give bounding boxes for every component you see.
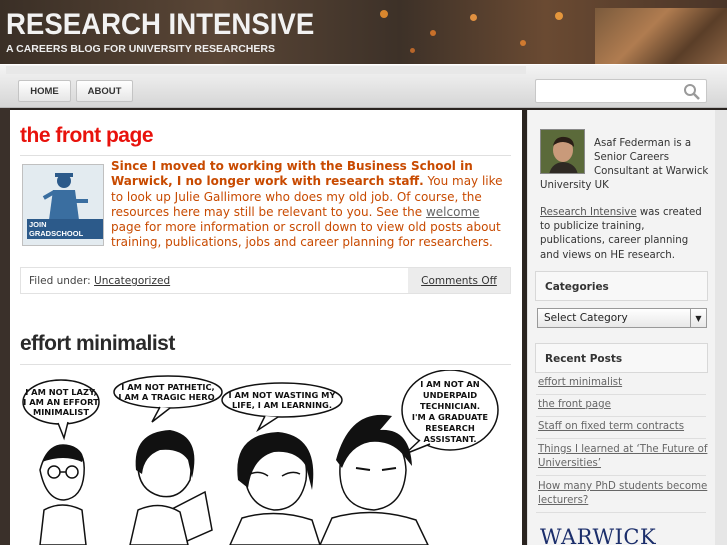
comic-caption-1-line-3: MINIMALIST xyxy=(33,407,89,417)
nav-home-button[interactable]: HOME xyxy=(18,80,71,102)
nav-about-button[interactable]: ABOUT xyxy=(76,80,133,102)
post-title-front-page[interactable]: the front page xyxy=(20,124,154,148)
page-background xyxy=(0,108,10,545)
recent-post-link[interactable]: Things I learned at ‘The Future of Unive… xyxy=(538,443,708,471)
comic-caption-4-line-4: I'M A GRADUATE xyxy=(412,412,489,422)
comic-drawing: I AM NOT LAZY, I AM AN EFFORT MINIMALIST… xyxy=(22,370,499,545)
site-description: A CAREERS BLOG FOR UNIVERSITY RESEARCHER… xyxy=(6,43,275,55)
recent-post-link[interactable]: How many PhD students become lecturers? xyxy=(538,480,708,508)
post-lead: Since I moved to working with the Busine… xyxy=(111,159,473,189)
title-divider xyxy=(20,364,511,365)
category-select-value: Select Category xyxy=(544,312,628,324)
comic-caption-4-line-3: TECHNICIAN. xyxy=(420,401,480,411)
category-link[interactable]: Uncategorized xyxy=(94,275,170,287)
comic-caption-1-line-2: I AM AN EFFORT xyxy=(23,397,99,407)
recent-divider xyxy=(536,438,706,439)
header-decoration xyxy=(380,10,388,18)
recent-divider xyxy=(536,475,706,476)
sidebar-edge xyxy=(715,110,727,545)
comic-caption-4-line-5: RESEARCH xyxy=(425,423,475,433)
header-decoration xyxy=(555,12,563,20)
warwick-logo[interactable]: WARWICK xyxy=(540,525,656,545)
header-decoration xyxy=(470,14,477,21)
search-icon[interactable] xyxy=(683,83,701,101)
comic-caption-1-line-1: I AM NOT LAZY, xyxy=(25,387,97,397)
header-image xyxy=(595,8,727,64)
recent-divider xyxy=(536,416,706,417)
site-header: RESEARCH INTENSIVE A CAREERS BLOG FOR UN… xyxy=(0,0,727,64)
categories-heading: Categories xyxy=(535,271,708,301)
title-divider xyxy=(20,155,511,156)
welcome-link[interactable]: welcome xyxy=(426,205,480,219)
comic-caption-3-line-1: I AM NOT WASTING MY xyxy=(229,390,337,400)
recent-posts-heading: Recent Posts xyxy=(535,343,708,373)
site-title[interactable]: RESEARCH INTENSIVE xyxy=(6,8,314,42)
post-meta: Filed under: Uncategorized Comments Off xyxy=(20,267,511,294)
filed-under-label: Filed under: xyxy=(29,275,91,287)
author-photo xyxy=(541,130,584,173)
thumbnail-label: JOIN GRADSCHOOL xyxy=(27,219,103,239)
chevron-down-icon[interactable]: ▼ xyxy=(690,309,706,327)
filed-under: Filed under: Uncategorized xyxy=(29,275,170,287)
comic-caption-2-line-2: I AM A TRAGIC HERO. xyxy=(118,392,217,402)
category-select[interactable]: Select Category ▼ xyxy=(537,308,707,328)
blog-description: Research Intensive was created to public… xyxy=(540,206,710,263)
comments-link[interactable]: Comments Off xyxy=(408,268,510,293)
search-box xyxy=(535,79,707,103)
comic-caption-4-line-2: UNDERPAID xyxy=(423,390,477,400)
recent-divider xyxy=(536,512,706,513)
header-decoration xyxy=(520,40,526,46)
post-title-effort-minimalist[interactable]: effort minimalist xyxy=(20,332,175,356)
post-thumbnail: JOIN GRADSCHOOL xyxy=(22,164,104,246)
search-input[interactable] xyxy=(540,82,680,100)
header-decoration xyxy=(410,48,415,53)
nav-strip xyxy=(6,66,526,74)
recent-post-link[interactable]: effort minimalist xyxy=(538,376,708,390)
author-bio-line-4: University UK xyxy=(540,180,609,191)
post-body-text-2: page for more information or scroll down… xyxy=(111,220,501,250)
author-avatar xyxy=(540,129,585,174)
recent-post-link[interactable]: Staff on fixed term contracts xyxy=(538,420,708,434)
comic-image: I AM NOT LAZY, I AM AN EFFORT MINIMALIST… xyxy=(20,370,503,545)
post-body: Since I moved to working with the Busine… xyxy=(111,159,509,251)
author-bio-line-2: Senior Careers xyxy=(594,152,670,163)
header-decoration xyxy=(430,30,436,36)
blog-name-link[interactable]: Research Intensive xyxy=(540,207,637,218)
recent-divider xyxy=(536,394,706,395)
comic-caption-4-line-1: I AM NOT AN xyxy=(420,379,480,389)
recent-post-link[interactable]: the front page xyxy=(538,398,708,412)
comic-caption-4-line-6: ASSISTANT. xyxy=(424,434,477,444)
author-bio-line-1: Asaf Federman is a xyxy=(594,138,692,149)
comic-caption-3-line-2: LIFE, I AM LEARNING. xyxy=(232,400,332,410)
comic-caption-2-line-1: I AM NOT PATHETIC, xyxy=(121,382,214,392)
author-bio-line-3: Consultant at Warwick xyxy=(594,166,709,177)
